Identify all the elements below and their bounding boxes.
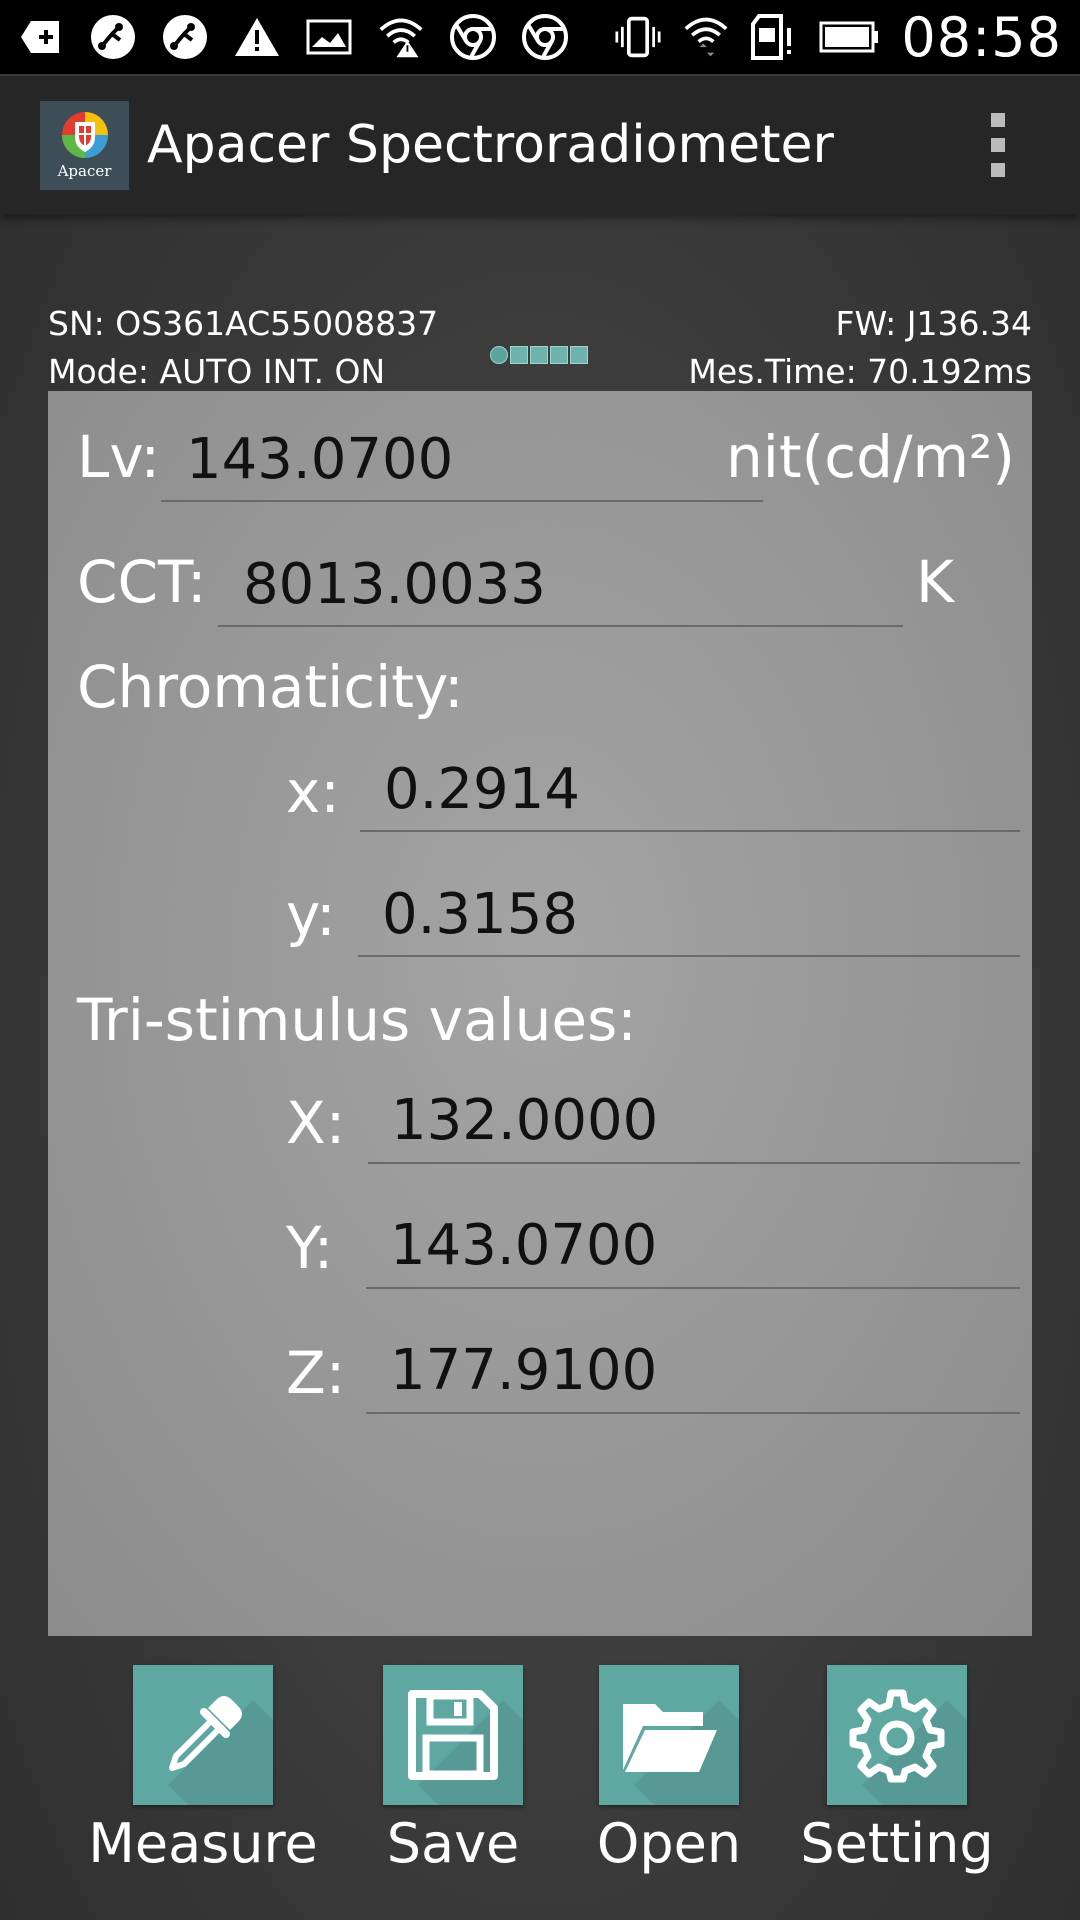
- serial-number: SN: OS361AC55008837: [48, 304, 439, 343]
- X-label: X:: [286, 1089, 346, 1157]
- wifi-data-icon: [683, 14, 729, 60]
- measurement-time: Mes.Time: 70.192ms: [688, 352, 1032, 391]
- overflow-menu-icon[interactable]: [986, 113, 1010, 177]
- setting-button[interactable]: [827, 1665, 967, 1805]
- y-value[interactable]: 0.3158: [382, 882, 578, 947]
- Z-label: Z:: [286, 1339, 346, 1407]
- app-notification-icon-2: [162, 14, 208, 60]
- Y-value[interactable]: 143.0700: [390, 1213, 657, 1278]
- status-bar: 08:58: [0, 0, 1080, 74]
- cct-underline: [218, 625, 903, 627]
- open-label[interactable]: Open: [539, 1812, 799, 1875]
- Y-label: Y:: [286, 1214, 334, 1282]
- gear-icon: [849, 1689, 945, 1783]
- X-underline: [368, 1162, 1020, 1164]
- app-logo-text: Apacer: [57, 162, 112, 180]
- chrome-icon-2: [522, 14, 568, 60]
- app-notification-icon: [90, 14, 136, 60]
- save-button[interactable]: [383, 1665, 523, 1805]
- x-value[interactable]: 0.2914: [384, 757, 580, 822]
- Z-value[interactable]: 177.9100: [390, 1338, 657, 1403]
- setting-label[interactable]: Setting: [767, 1812, 1027, 1875]
- Y-underline: [366, 1287, 1020, 1289]
- firmware-version: FW: J136.34: [835, 304, 1033, 343]
- y-underline: [358, 955, 1020, 957]
- measure-label[interactable]: Measure: [73, 1812, 333, 1875]
- app-bar: Apacer Apacer Spectroradiometer: [0, 74, 1080, 214]
- lv-label: Lv:: [77, 423, 161, 491]
- image-icon: [306, 14, 352, 60]
- vibrate-icon: [615, 14, 661, 60]
- wifi-alert-icon: [378, 14, 424, 60]
- lv-unit: nit(cd/m²): [726, 423, 1015, 491]
- app-logo: Apacer: [40, 100, 129, 190]
- lv-underline: [161, 500, 763, 502]
- x-label: x:: [286, 758, 340, 826]
- x-underline: [360, 830, 1020, 832]
- cct-value[interactable]: 8013.0033: [243, 552, 546, 617]
- X-value[interactable]: 132.0000: [391, 1088, 658, 1153]
- apacer-shield-icon: [61, 112, 108, 158]
- Z-underline: [366, 1412, 1020, 1414]
- y-label: y:: [286, 881, 336, 949]
- status-time: 08:58: [901, 5, 1062, 69]
- eyedropper-icon: [169, 1696, 242, 1771]
- lv-value[interactable]: 143.0700: [186, 427, 453, 492]
- open-button[interactable]: [599, 1665, 739, 1805]
- floppy-disk-icon: [408, 1690, 498, 1780]
- tristimulus-heading: Tri-stimulus values:: [77, 986, 637, 1054]
- sd-card-alert-icon: [751, 14, 797, 60]
- folder-open-icon: [623, 1704, 717, 1772]
- progress-indicator: [490, 346, 588, 364]
- chrome-icon: [450, 14, 496, 60]
- cct-unit: K: [916, 548, 955, 616]
- app-title: Apacer Spectroradiometer: [147, 115, 834, 175]
- measurement-panel: Lv: 143.0700 nit(cd/m²) CCT: 8013.0033 K…: [48, 391, 1032, 1636]
- chromaticity-heading: Chromaticity:: [77, 653, 464, 721]
- mode-status: Mode: AUTO INT. ON: [48, 352, 386, 391]
- cct-label: CCT:: [77, 548, 207, 616]
- add-notification-icon: [18, 14, 64, 60]
- measure-button[interactable]: [133, 1665, 273, 1805]
- warning-icon: [234, 14, 280, 60]
- battery-icon: [819, 14, 879, 60]
